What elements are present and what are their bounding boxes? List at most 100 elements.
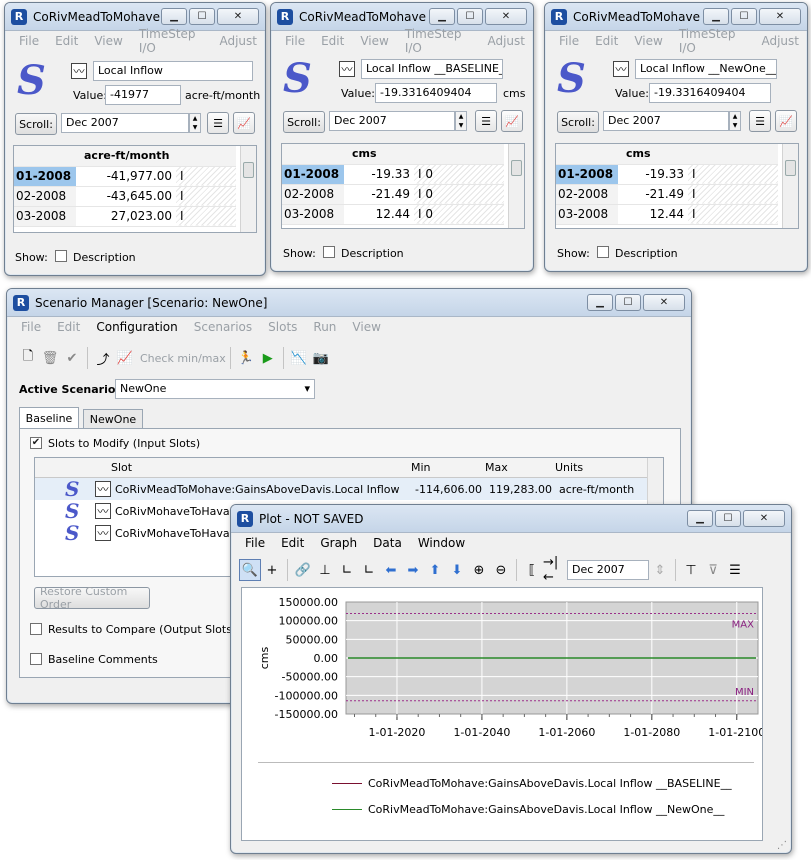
- menu-window[interactable]: Window: [410, 536, 473, 550]
- maximize-button[interactable]: ☐: [189, 8, 215, 25]
- axis-icon[interactable]: ⊥: [314, 559, 336, 581]
- menu-edit[interactable]: Edit: [587, 34, 626, 48]
- align-top-icon[interactable]: ⊤: [680, 559, 702, 581]
- slot-name-field[interactable]: Local Inflow __NewOne__: [635, 59, 777, 79]
- scroll-button[interactable]: Scroll:: [15, 113, 57, 135]
- align-down-icon[interactable]: ⊽: [702, 559, 724, 581]
- arrow-up-icon[interactable]: ⬆: [424, 559, 446, 581]
- minimize-button[interactable]: ▁: [587, 294, 613, 311]
- menu-graph[interactable]: Graph: [312, 536, 365, 550]
- column-slot[interactable]: Slot: [111, 461, 411, 474]
- table-view-icon[interactable]: ☰: [475, 110, 497, 132]
- table-row[interactable]: 01-2008 -19.33 I: [556, 164, 778, 185]
- results-to-compare-checkbox[interactable]: [30, 623, 42, 635]
- check-icon[interactable]: ✔: [61, 347, 83, 369]
- titlebar[interactable]: R Plot - NOT SAVED ▁ ☐ ✕: [231, 505, 791, 533]
- close-button[interactable]: ✕: [217, 8, 259, 25]
- description-checkbox[interactable]: [597, 246, 609, 258]
- menu-adjust[interactable]: Adjust: [753, 34, 807, 48]
- active-scenario-select[interactable]: NewOne ▾: [115, 379, 315, 399]
- fit-icon[interactable]: ⟦: [521, 559, 543, 581]
- restore-custom-order-button[interactable]: Restore Custom Order: [34, 585, 150, 611]
- legend-label-newone[interactable]: CoRivMeadToMohave:GainsAboveDavis.Local …: [368, 803, 724, 816]
- menu-run[interactable]: Run: [305, 320, 344, 334]
- slot-name-field[interactable]: Local Inflow __BASELINE__: [361, 59, 503, 79]
- table-row[interactable]: 03-2008 12.44 I: [556, 204, 778, 225]
- slots-to-modify-checkbox[interactable]: [30, 437, 42, 449]
- menu-view[interactable]: View: [86, 34, 130, 48]
- tab-baseline[interactable]: Baseline: [19, 407, 79, 429]
- menu-file[interactable]: File: [11, 34, 47, 48]
- zoom-in-icon[interactable]: ⊕: [468, 559, 490, 581]
- scroll-date-field[interactable]: Dec 2007: [61, 113, 189, 133]
- value-field[interactable]: -19.3316409404: [375, 83, 497, 103]
- zoom-select-icon[interactable]: 🔍: [239, 559, 261, 581]
- run-person-icon[interactable]: 🏃: [235, 347, 257, 369]
- minimize-button[interactable]: ▁: [161, 8, 187, 25]
- maximize-button[interactable]: ☐: [615, 294, 641, 311]
- axis-s-icon[interactable]: ∟: [358, 559, 380, 581]
- menu-adjust[interactable]: Adjust: [211, 34, 265, 48]
- menu-edit[interactable]: Edit: [273, 536, 312, 550]
- plot-date-field[interactable]: Dec 2007: [567, 560, 649, 580]
- maximize-button[interactable]: ☐: [715, 510, 741, 527]
- scroll-button[interactable]: Scroll:: [557, 111, 599, 133]
- center-icon[interactable]: →|←: [543, 555, 565, 585]
- link-icon[interactable]: 🔗: [292, 559, 314, 581]
- minimize-button[interactable]: ▁: [703, 8, 729, 25]
- close-button[interactable]: ✕: [743, 510, 785, 527]
- minimize-button[interactable]: ▁: [429, 8, 455, 25]
- arrow-down-icon[interactable]: ⬇: [446, 559, 468, 581]
- axis-r-icon[interactable]: ∟: [336, 559, 358, 581]
- value-field[interactable]: -41977: [105, 85, 181, 105]
- menu-view[interactable]: View: [344, 320, 388, 334]
- table-view-icon[interactable]: ☰: [207, 112, 229, 134]
- scroll-button[interactable]: Scroll:: [283, 111, 325, 133]
- menu-timestep-io[interactable]: TimeStep I/O: [131, 27, 212, 55]
- menu-file[interactable]: File: [13, 320, 49, 334]
- column-max[interactable]: Max: [485, 461, 555, 474]
- table-row[interactable]: 01-2008 -41,977.00 I: [14, 166, 236, 187]
- spin-icon[interactable]: ⇕: [649, 559, 671, 581]
- date-spinner[interactable]: ▲ ▼: [455, 111, 467, 131]
- menu-timestep-io[interactable]: TimeStep I/O: [671, 27, 754, 55]
- description-checkbox[interactable]: [55, 250, 67, 262]
- new-icon[interactable]: 🗋: [17, 347, 39, 369]
- table-row[interactable]: 02-2008 -43,645.00 I: [14, 186, 236, 207]
- menu-adjust[interactable]: Adjust: [479, 34, 533, 48]
- arrow-right-icon[interactable]: ➡: [402, 559, 424, 581]
- menu-edit[interactable]: Edit: [47, 34, 86, 48]
- vertical-scrollbar[interactable]: [508, 144, 524, 228]
- vertical-scrollbar[interactable]: [782, 144, 798, 228]
- close-button[interactable]: ✕: [759, 8, 801, 25]
- plot-icon[interactable]: 📈: [501, 110, 523, 132]
- menu-file[interactable]: File: [277, 34, 313, 48]
- plot-icon[interactable]: 📈: [233, 112, 255, 134]
- column-units[interactable]: Units: [555, 461, 645, 474]
- chart-icon[interactable]: 📈: [114, 347, 136, 369]
- description-checkbox[interactable]: [323, 246, 335, 258]
- menu-view[interactable]: View: [352, 34, 396, 48]
- legend-label-baseline[interactable]: CoRivMeadToMohave:GainsAboveDavis.Local …: [368, 777, 732, 790]
- close-button[interactable]: ✕: [643, 294, 685, 311]
- resize-grip-icon[interactable]: ⋰: [777, 840, 787, 851]
- arrow-left-icon[interactable]: ⬅: [380, 559, 402, 581]
- list-icon[interactable]: ☰: [724, 559, 746, 581]
- table-row[interactable]: 02-2008 -21.49 I 0: [282, 184, 504, 205]
- date-spinner[interactable]: ▲ ▼: [189, 113, 201, 133]
- zoom-out-icon[interactable]: ⊖: [490, 559, 512, 581]
- date-spinner[interactable]: ▲ ▼: [729, 111, 741, 131]
- vertical-scrollbar[interactable]: [240, 146, 256, 232]
- plot-icon[interactable]: 📈: [775, 110, 797, 132]
- export-icon[interactable]: ⤴: [92, 347, 114, 369]
- table-row[interactable]: 03-2008 12.44 I 0: [282, 204, 504, 225]
- compare-plot-icon[interactable]: 📉: [288, 347, 310, 369]
- scroll-date-field[interactable]: Dec 2007: [603, 111, 729, 131]
- menu-configuration[interactable]: Configuration: [88, 320, 185, 334]
- close-button[interactable]: ✕: [485, 8, 527, 25]
- table-row[interactable]: S 〰 CoRivMeadToMohave:GainsAboveDavis.Lo…: [35, 478, 663, 500]
- value-field[interactable]: -19.3316409404: [649, 83, 771, 103]
- column-min[interactable]: Min: [411, 461, 485, 474]
- menu-scenarios[interactable]: Scenarios: [186, 320, 260, 334]
- maximize-button[interactable]: ☐: [457, 8, 483, 25]
